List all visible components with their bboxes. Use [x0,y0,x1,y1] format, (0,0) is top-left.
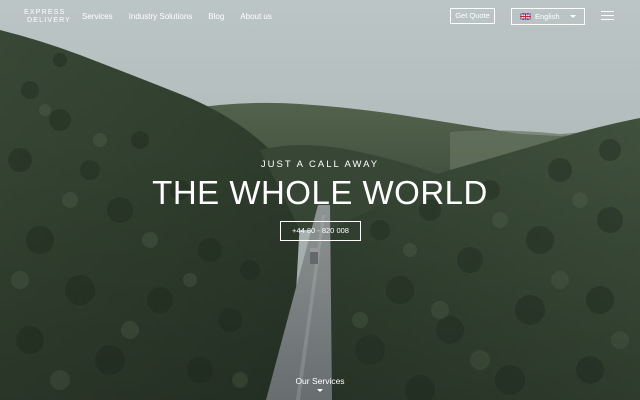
language-select[interactable]: English [511,8,585,25]
get-quote-button[interactable]: Get Quote [450,8,495,24]
menu-bar-2 [601,14,614,17]
main-nav: Services Industry Solutions Blog About u… [82,12,288,21]
nav-about-us[interactable]: About us [240,12,272,21]
hero-eyebrow: JUST A CALL AWAY [260,159,380,170]
menu-bar-3 [601,18,614,21]
uk-flag-icon [520,13,531,20]
logo-line2: DELIVERY [27,17,72,24]
hero-section: EXPRESS DELIVERY Services Industry Solut… [0,0,640,400]
logo[interactable]: EXPRESS DELIVERY [24,9,70,25]
nav-industry-solutions[interactable]: Industry Solutions [129,12,193,21]
nav-blog[interactable]: Blog [208,12,224,21]
arrow-down-icon[interactable] [317,389,323,392]
chevron-down-icon [570,15,576,18]
language-label: English [535,12,560,21]
hero-headline: THE WHOLE WORLD [152,174,488,211]
hamburger-menu-icon[interactable] [601,11,614,21]
menu-bar-1 [601,11,614,13]
logo-line1: EXPRESS [24,9,66,16]
site-header: EXPRESS DELIVERY Services Industry Solut… [0,0,640,34]
nav-services[interactable]: Services [82,12,113,21]
our-services-link[interactable]: Our Services [0,376,640,386]
phone-button[interactable]: +44 80 - 820 008 [280,221,361,241]
